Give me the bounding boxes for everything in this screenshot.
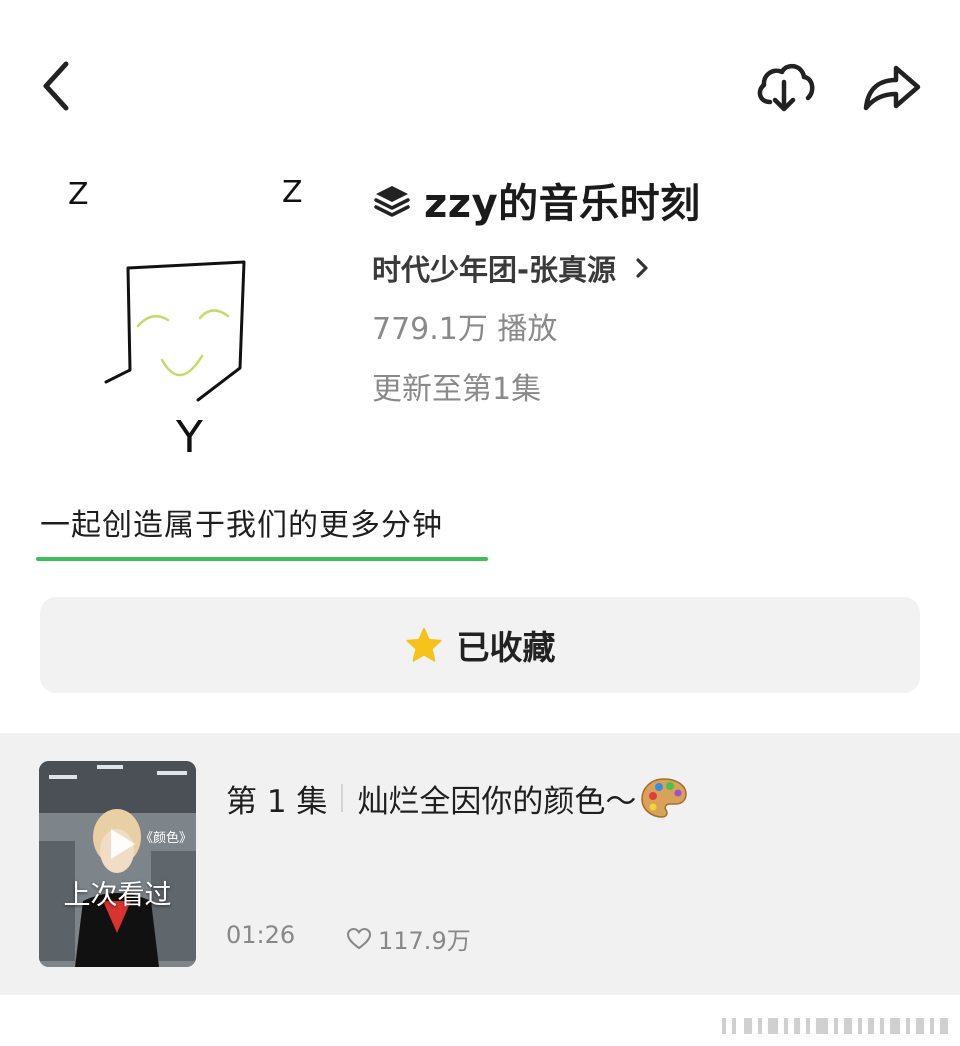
cloud-download-icon (757, 63, 815, 112)
description-underline (36, 557, 488, 561)
album-title-row: zzy的音乐时刻 (372, 168, 932, 232)
episode-title-row: 第 1 集 灿烂全因你的颜色～ (226, 775, 688, 821)
author-link[interactable]: 时代少年团-张真源 (372, 244, 932, 292)
watermark-icon (722, 1018, 948, 1034)
album-cover[interactable]: Z Z Y (50, 160, 340, 470)
download-button[interactable] (752, 56, 816, 116)
top-bar (0, 0, 960, 170)
collected-label: 已收藏 (456, 628, 556, 667)
episode-likes[interactable]: 117.9万 (346, 921, 471, 956)
likes-count: 117.9万 (378, 927, 471, 955)
cover-letter-z-left: Z (68, 177, 89, 212)
chevron-left-icon (43, 61, 69, 111)
episode-title-divider (341, 784, 344, 812)
layers-icon (374, 186, 410, 217)
back-button[interactable] (36, 56, 86, 116)
palette-icon (641, 778, 688, 818)
thumbnail-caption: 《颜色》 (139, 831, 192, 846)
album-info: zzy的音乐时刻 时代少年团-张真源 779.1万 播放 更新至第1集 (372, 168, 932, 414)
episode-title: 灿烂全因你的颜色～ (357, 783, 637, 820)
update-status: 更新至第1集 (372, 372, 542, 407)
episode-number: 第 1 集 (226, 783, 328, 820)
cover-letter-z-right: Z (282, 175, 303, 210)
album-description: 一起创造属于我们的更多分钟 (40, 508, 443, 543)
episode-duration: 01:26 (226, 921, 296, 949)
share-arrow-icon (863, 65, 921, 111)
play-icon (111, 829, 135, 859)
episode-list: 《颜色》 上次看过 第 1 集 灿烂全因你的颜色～ 01:26 117.9万 (0, 733, 960, 995)
cover-smile (160, 354, 204, 377)
last-watched-label: 上次看过 (63, 880, 172, 911)
collected-button[interactable]: 已收藏 (40, 597, 920, 693)
cover-letter-y: Y (175, 412, 203, 463)
heart-icon (346, 927, 372, 949)
share-button[interactable] (858, 56, 924, 116)
episode-item[interactable]: 《颜色》 上次看过 第 1 集 灿烂全因你的颜色～ 01:26 117.9万 (0, 733, 960, 995)
cover-eye-left (136, 314, 170, 328)
episode-thumbnail[interactable]: 《颜色》 上次看过 (39, 761, 196, 967)
author-name: 时代少年团-张真源 (372, 253, 617, 287)
chevron-right-icon (636, 258, 648, 278)
cover-eye-right (198, 309, 230, 320)
album-title: zzy的音乐时刻 (424, 181, 701, 227)
star-icon (405, 627, 442, 662)
play-count: 779.1万 播放 (372, 312, 558, 347)
cover-face-outline (104, 260, 246, 402)
